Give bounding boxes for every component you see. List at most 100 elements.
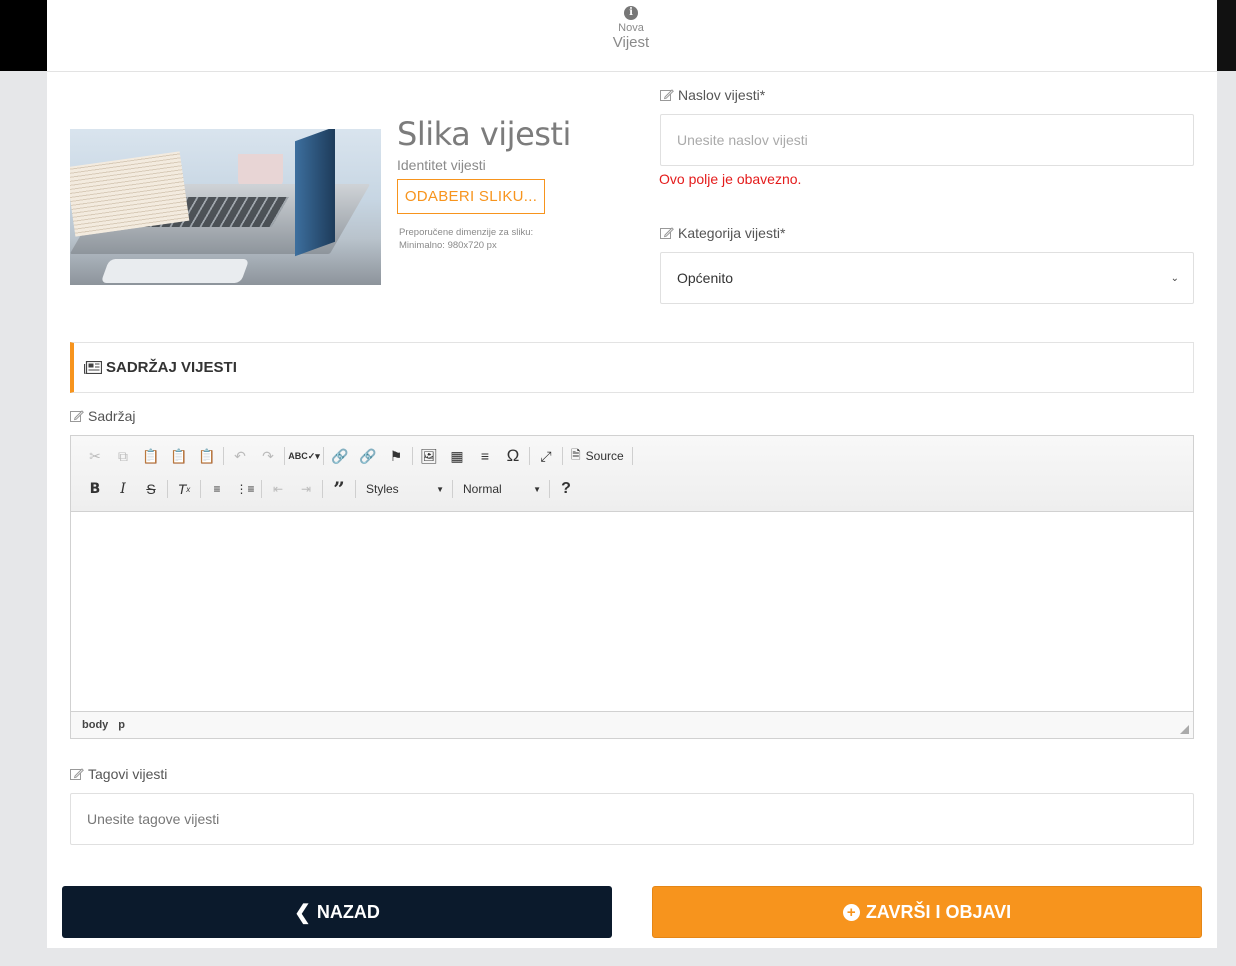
category-label: Kategorija vijesti* bbox=[660, 225, 785, 241]
paste-word-icon[interactable]: 📋 bbox=[193, 443, 221, 469]
numbered-list-icon[interactable]: ≡ bbox=[203, 476, 231, 502]
edit-icon bbox=[660, 226, 674, 239]
content-label-text: Sadržaj bbox=[88, 408, 136, 424]
help-icon[interactable]: ? bbox=[552, 476, 580, 502]
title-label: Naslov vijesti* bbox=[660, 87, 765, 103]
toolbar-separator bbox=[529, 447, 530, 465]
screen-shape bbox=[295, 129, 335, 257]
content-section-heading: SADRŽAJ VIJESTI bbox=[70, 342, 1194, 393]
background-left bbox=[0, 0, 47, 71]
copy-icon[interactable]: ⧉ bbox=[109, 443, 137, 469]
newspaper-icon bbox=[84, 361, 102, 374]
chevron-down-icon: ⌄ bbox=[1170, 272, 1179, 284]
image-icon[interactable]: 🖼 bbox=[415, 443, 443, 469]
strikethrough-icon[interactable]: S bbox=[137, 476, 165, 502]
spellcheck-icon[interactable]: ABC✓▾ bbox=[287, 443, 321, 469]
unlink-icon[interactable]: 🔗 bbox=[354, 443, 382, 469]
title-error: Ovo polje je obavezno. bbox=[659, 171, 802, 187]
category-select[interactable]: Općenito ⌄ bbox=[660, 252, 1194, 304]
back-button-label: NAZAD bbox=[316, 901, 380, 922]
format-dropdown[interactable]: Normal ▼ bbox=[455, 476, 547, 502]
tags-input[interactable]: Unesite tagove vijesti bbox=[70, 793, 1194, 845]
category-label-text: Kategorija vijesti* bbox=[678, 225, 786, 241]
toolbar-separator bbox=[631, 447, 633, 465]
horizontal-line-icon[interactable]: ≡ bbox=[471, 443, 499, 469]
toolbar-separator bbox=[223, 447, 224, 465]
edit-icon bbox=[70, 767, 84, 780]
paste-text-icon[interactable]: 📋 bbox=[165, 443, 193, 469]
table-icon[interactable]: ▦ bbox=[443, 443, 471, 469]
toolbar-separator bbox=[200, 480, 201, 498]
cup-shape bbox=[238, 154, 283, 188]
title-placeholder: Unesite naslov vijesti bbox=[677, 132, 808, 148]
step-nova-vijest[interactable]: i Nova Vijest bbox=[601, 6, 661, 51]
maximize-icon[interactable]: ⤢ bbox=[532, 443, 560, 469]
info-icon: i bbox=[624, 6, 638, 20]
editor-toolbar: ✂ ⧉ 📋 📋 📋 ↶ ↷ ABC✓▾ 🔗 🔗 ⚑ 🖼 ▦ ≡ Ω ⤢ 🗎 So… bbox=[71, 436, 1193, 512]
rich-text-editor: ✂ ⧉ 📋 📋 📋 ↶ ↷ ABC✓▾ 🔗 🔗 ⚑ 🖼 ▦ ≡ Ω ⤢ 🗎 So… bbox=[70, 435, 1194, 739]
background-right bbox=[1216, 0, 1236, 71]
toolbar-separator bbox=[167, 480, 168, 498]
remove-format-icon[interactable]: Tx bbox=[170, 476, 198, 502]
source-label: Source bbox=[585, 449, 624, 463]
indent-icon[interactable]: ⇥ bbox=[292, 476, 320, 502]
news-image-preview bbox=[70, 129, 381, 285]
step-label-small: Nova bbox=[618, 22, 644, 34]
edit-icon bbox=[660, 88, 674, 101]
toolbar-separator bbox=[412, 447, 413, 465]
image-subtitle: Identitet vijesti bbox=[397, 157, 486, 173]
styles-label: Styles bbox=[366, 482, 399, 496]
styles-dropdown[interactable]: Styles ▼ bbox=[358, 476, 450, 502]
dropdown-arrow-icon: ▼ bbox=[533, 484, 541, 494]
bullet-list-icon[interactable]: ⋮≡ bbox=[231, 476, 259, 502]
tags-label: Tagovi vijesti bbox=[70, 766, 167, 782]
image-title: Slika vijesti bbox=[397, 115, 571, 153]
image-note-line2: Minimalno: 980x720 px bbox=[399, 240, 497, 251]
toolbar-row-2: B I S Tx ≡ ⋮≡ ⇤ ⇥ ” Styles ▼ Normal ▼ ? bbox=[81, 476, 580, 502]
tags-label-text: Tagovi vijesti bbox=[88, 766, 168, 782]
blockquote-icon[interactable]: ” bbox=[325, 476, 353, 502]
pick-image-button[interactable]: ODABERI SLIKU... bbox=[397, 179, 545, 214]
outdent-icon[interactable]: ⇤ bbox=[264, 476, 292, 502]
content-label: Sadržaj bbox=[70, 408, 135, 424]
title-input[interactable]: Unesite naslov vijesti bbox=[660, 114, 1194, 166]
bold-icon[interactable]: B bbox=[81, 476, 109, 502]
step-label-big: Vijest bbox=[612, 34, 650, 51]
anchor-flag-icon[interactable]: ⚑ bbox=[382, 443, 410, 469]
toolbar-row-1: ✂ ⧉ 📋 📋 📋 ↶ ↷ ABC✓▾ 🔗 🔗 ⚑ 🖼 ▦ ≡ Ω ⤢ 🗎 So… bbox=[81, 443, 635, 469]
toolbar-separator bbox=[562, 447, 563, 465]
toolbar-separator bbox=[284, 447, 285, 465]
toolbar-separator bbox=[549, 480, 550, 498]
source-button[interactable]: 🗎 Source bbox=[565, 443, 630, 469]
redo-icon[interactable]: ↷ bbox=[254, 443, 282, 469]
title-label-text: Naslov vijesti* bbox=[678, 87, 766, 103]
toolbar-separator bbox=[261, 480, 262, 498]
resize-handle-icon[interactable] bbox=[1180, 725, 1189, 734]
phone-shape bbox=[100, 259, 250, 283]
link-icon[interactable]: 🔗 bbox=[326, 443, 354, 469]
undo-icon[interactable]: ↶ bbox=[226, 443, 254, 469]
editor-content-area[interactable] bbox=[71, 512, 1193, 712]
edit-icon bbox=[70, 409, 84, 422]
toolbar-separator bbox=[322, 480, 323, 498]
content-section-title: SADRŽAJ VIJESTI bbox=[106, 359, 237, 376]
path-body[interactable]: body bbox=[82, 719, 108, 731]
image-note-line1: Preporučene dimenzije za sliku: bbox=[399, 227, 534, 238]
plus-circle-icon: + bbox=[842, 903, 860, 921]
back-button[interactable]: ❮ NAZAD bbox=[62, 886, 612, 938]
editor-path-bar: body p bbox=[71, 712, 1193, 738]
special-char-omega-icon[interactable]: Ω bbox=[499, 443, 527, 469]
tags-placeholder: Unesite tagove vijesti bbox=[87, 811, 220, 827]
dropdown-arrow-icon: ▼ bbox=[436, 484, 444, 494]
cut-icon[interactable]: ✂ bbox=[81, 443, 109, 469]
path-p[interactable]: p bbox=[118, 719, 125, 731]
step-bar: i Nova Vijest bbox=[47, 0, 1217, 72]
italic-icon[interactable]: I bbox=[109, 476, 137, 502]
image-note: Preporučene dimenzije za sliku: Minimaln… bbox=[399, 226, 533, 252]
format-label: Normal bbox=[463, 482, 502, 496]
publish-button-label: ZAVRŠI I OBJAVI bbox=[865, 901, 1012, 922]
paste-icon[interactable]: 📋 bbox=[137, 443, 165, 469]
toolbar-separator bbox=[452, 480, 453, 498]
toolbar-separator bbox=[323, 447, 324, 465]
publish-button[interactable]: + ZAVRŠI I OBJAVI bbox=[652, 886, 1202, 938]
